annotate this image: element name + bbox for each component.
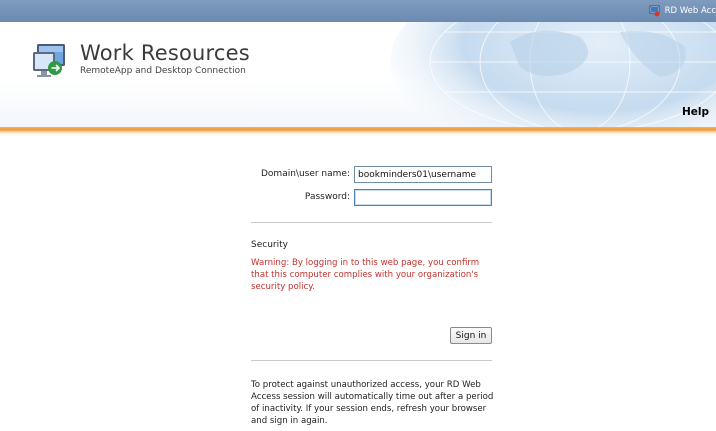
header-accent-line (0, 127, 716, 135)
session-timeout-notice: To protect against unauthorized access, … (251, 380, 494, 426)
security-warning: Warning: By logging in to this web page,… (251, 258, 480, 292)
password-field[interactable] (354, 189, 492, 206)
sign-in-button[interactable]: Sign in (450, 327, 492, 344)
page-subtitle: RemoteApp and Desktop Connection (80, 66, 246, 76)
password-label: Password: (304, 192, 350, 202)
form-divider (251, 222, 492, 223)
username-label: Domain\user name: (260, 169, 350, 179)
top-bar: RD Web Acc (0, 0, 716, 22)
bottom-divider (251, 360, 492, 361)
topbar-app-label: RD Web Acc (649, 0, 716, 22)
page-header: Work Resources RemoteApp and Desktop Con… (0, 22, 716, 130)
username-field[interactable] (354, 166, 492, 183)
topbar-title: RD Web Acc (664, 6, 716, 16)
help-link[interactable]: Help (682, 106, 709, 118)
remote-desktop-icon (33, 44, 65, 77)
globe-background-graphic (390, 22, 716, 130)
security-heading: Security (251, 240, 288, 250)
page-title: Work Resources (80, 41, 250, 65)
rd-web-access-icon (649, 5, 660, 17)
